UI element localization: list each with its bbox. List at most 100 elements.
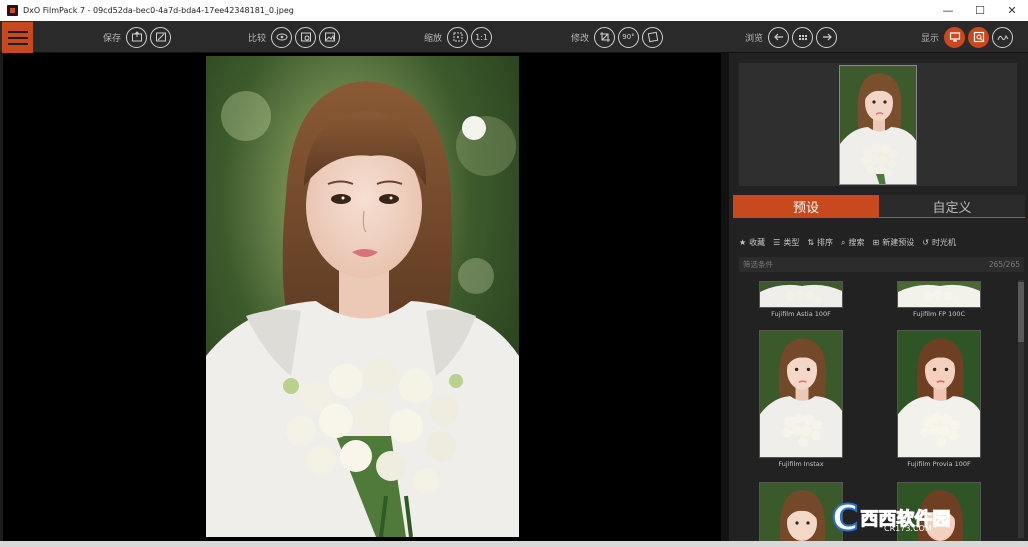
type-label: 类型 — [783, 238, 800, 247]
zoom-100-button[interactable]: 1:1 — [471, 26, 493, 48]
new-preset-tool[interactable]: ⊞ 新建预设 — [873, 237, 915, 248]
edit-group: 修改 90° — [571, 26, 664, 48]
search-icon: ⌕ — [841, 237, 846, 247]
watermark-logo-icon: C — [831, 497, 859, 540]
export-disk-icon — [155, 32, 166, 42]
monitor-icon — [949, 32, 960, 42]
star-icon: ★ — [739, 238, 747, 247]
preset-thumbnail — [897, 281, 981, 308]
scrollbar-thumb[interactable] — [1018, 282, 1024, 342]
right-panel: 预设 自定义 ★ 收藏 ☰ 类型 ⇅ 排序 ⌕ 搜索 ⊞ 新建预设 ↺ 时光机 筛选条件 2… — [729, 53, 1028, 541]
presets-toolbar: ★ 收藏 ☰ 类型 ⇅ 排序 ⌕ 搜索 ⊞ 新建预设 ↺ 时光机 — [739, 237, 956, 248]
site-watermark: C 西西软件园 CR173.COM — [831, 497, 1010, 540]
app-window: DxO FilmPack 7 - 09cd52da-bec0-4a7d-bda4… — [0, 0, 1028, 547]
panel-tabs: 预设 自定义 — [733, 195, 1025, 217]
minimize-button[interactable]: — — [932, 0, 964, 21]
filter-count: 265/265 — [988, 260, 1020, 269]
display-monitor-button[interactable] — [944, 26, 966, 48]
filter-placeholder: 筛选条件 — [743, 260, 773, 269]
zoom-fit-button[interactable] — [447, 26, 469, 48]
straighten-icon — [647, 31, 658, 43]
panel-splitter[interactable] — [721, 53, 729, 541]
browse-group: 浏览 — [745, 26, 838, 48]
maximize-button[interactable]: ☐ — [964, 0, 996, 21]
search-tool[interactable]: ⌕ 搜索 — [841, 237, 864, 248]
hamburger-menu-button[interactable] — [2, 22, 33, 53]
loupe-icon — [973, 31, 984, 43]
preset-item[interactable]: Fujifilm Instax — [742, 330, 860, 468]
export-disk-button[interactable] — [150, 26, 172, 48]
new-preset-icon: ⊞ — [872, 238, 880, 247]
preset-item[interactable]: Fujifilm Astia 100F — [742, 281, 860, 318]
compare-eye-button[interactable] — [271, 26, 293, 48]
sort-icon: ⇅ — [807, 238, 815, 247]
type-tool[interactable]: ☰ 类型 — [773, 237, 799, 248]
favorites-label: 收藏 — [749, 238, 766, 247]
window-title: DxO FilmPack 7 - 09cd52da-bec0-4a7d-bda4… — [23, 6, 294, 15]
title-bar: DxO FilmPack 7 - 09cd52da-bec0-4a7d-bda4… — [0, 0, 1028, 21]
filmstrip-button[interactable] — [792, 26, 814, 48]
export-image-button[interactable] — [126, 26, 148, 48]
preset-thumbnail — [759, 330, 843, 458]
rotate-button[interactable]: 90° — [618, 26, 640, 48]
window-controls: — ☐ ✕ — [932, 0, 1028, 21]
arrow-right-icon — [822, 33, 832, 41]
split-view-icon — [300, 32, 311, 42]
tab-underline — [733, 217, 1025, 218]
display-label: 显示 — [921, 33, 940, 44]
histogram-button[interactable] — [992, 26, 1014, 48]
next-image-button[interactable] — [816, 26, 838, 48]
sort-label: 排序 — [817, 238, 834, 247]
history-icon: ↺ — [922, 238, 929, 247]
zoom-fit-icon — [453, 32, 463, 42]
export-image-icon — [131, 31, 142, 42]
portrait-image — [206, 56, 519, 537]
sort-tool[interactable]: ⇅ 排序 — [807, 237, 833, 248]
crop-button[interactable] — [594, 26, 616, 48]
main-toolbar: 保存 比较 缩放 1:1 修改 90° 浏览 显示 — [0, 21, 1028, 53]
preset-thumbnail — [759, 482, 843, 541]
preset-name: Fujifilm Astia 100F — [771, 310, 831, 318]
eye-icon — [276, 33, 288, 41]
close-button[interactable]: ✕ — [996, 0, 1028, 21]
zoom-group: 缩放 1:1 — [424, 26, 493, 48]
grid-icon — [798, 35, 807, 40]
bottom-edge — [0, 541, 1028, 547]
preset-thumbnail — [897, 330, 981, 458]
save-label: 保存 — [103, 33, 122, 44]
app-logo-icon — [7, 5, 18, 16]
histogram-icon — [997, 34, 1008, 41]
image-icon — [324, 32, 335, 42]
tab-presets[interactable]: 预设 — [733, 195, 879, 217]
list-icon: ☰ — [773, 238, 781, 247]
search-label: 搜索 — [848, 238, 865, 247]
new-preset-label: 新建预设 — [882, 238, 915, 247]
preset-name: Fujifilm Instax — [778, 460, 824, 468]
compare-group: 比较 — [248, 26, 341, 48]
time-machine-tool[interactable]: ↺ 时光机 — [922, 237, 956, 248]
favorites-tool[interactable]: ★ 收藏 — [739, 237, 765, 248]
navigator-thumbnail-image — [840, 66, 916, 184]
preset-item[interactable]: Fujifilm FP 100C — [880, 281, 998, 318]
edit-label: 修改 — [571, 33, 590, 44]
navigator-thumbnail[interactable] — [839, 65, 917, 185]
main-photo — [206, 56, 519, 537]
filter-bar[interactable]: 筛选条件 265/265 — [739, 257, 1024, 272]
display-group: 显示 — [921, 26, 1014, 48]
time-machine-label: 时光机 — [931, 238, 956, 247]
compare-split-button[interactable] — [295, 26, 317, 48]
preset-scrollbar[interactable] — [1018, 280, 1024, 538]
display-loupe-button[interactable] — [968, 26, 990, 48]
tab-custom[interactable]: 自定义 — [879, 195, 1025, 217]
compare-label: 比较 — [248, 33, 267, 44]
preset-thumbnail — [759, 281, 843, 308]
preset-name: Fujifilm FP 100C — [912, 310, 966, 318]
save-group: 保存 — [103, 26, 172, 48]
previous-image-button[interactable] — [768, 26, 790, 48]
straighten-button[interactable] — [642, 26, 664, 48]
preset-item[interactable]: Fujifilm Provia 100F — [880, 330, 998, 468]
image-viewer[interactable] — [3, 53, 721, 541]
zoom-label: 缩放 — [424, 33, 443, 44]
compare-image-button[interactable] — [319, 26, 341, 48]
watermark-sub: CR173.COM — [884, 524, 932, 533]
